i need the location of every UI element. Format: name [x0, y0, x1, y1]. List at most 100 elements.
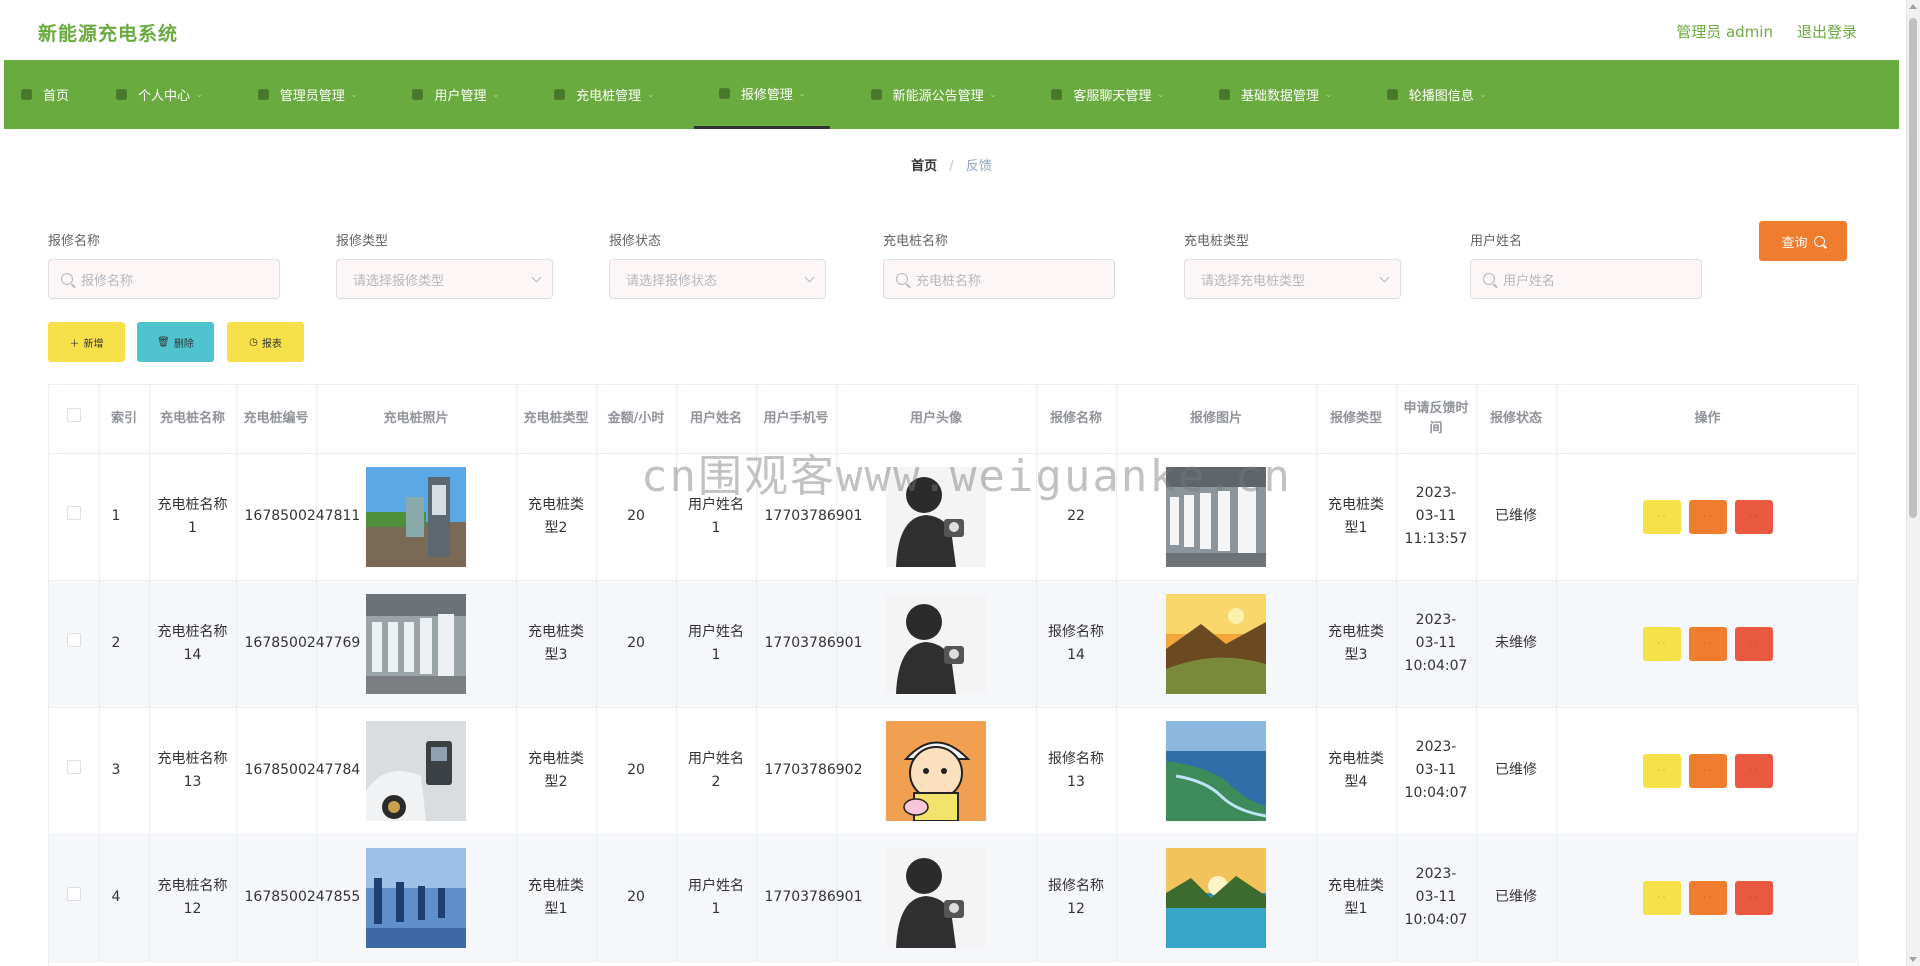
edit-button[interactable]: · · — [1688, 626, 1727, 661]
phone-value: 17703786901 — [764, 889, 863, 905]
column-header: 充电桩名称 — [149, 385, 237, 454]
page: 新能源充电系统 管理员 admin 退出登录 首页 个人中心 ⌄ 管理员管理 ⌄ 用户管理… — [4, 0, 1899, 966]
repair-image-river[interactable] — [1166, 720, 1267, 821]
delete-row-button[interactable]: · · — [1734, 626, 1773, 661]
edit-button[interactable]: · · — [1688, 753, 1727, 788]
select-all-checkbox[interactable] — [66, 408, 81, 423]
user-name-input[interactable]: 用户姓名 — [1470, 259, 1702, 299]
repair-image-mountain[interactable] — [1166, 593, 1266, 694]
table-row[interactable]: 2 充电桩名称14 1678500247769 充电桩类型3 20 用户姓名1 177037… — [49, 580, 1857, 708]
avatar-silhouette[interactable] — [886, 466, 986, 567]
search-icon — [1483, 273, 1495, 285]
charger-photo-row[interactable] — [366, 593, 466, 694]
scroll-up-arrow-icon[interactable] — [1909, 4, 1917, 9]
nav-item-7[interactable]: 客服聊天管理 ⌄ — [1036, 60, 1178, 129]
breadcrumb-separator: / — [949, 159, 954, 174]
avatar-cartoon[interactable] — [886, 720, 986, 822]
edit-button[interactable]: · · — [1688, 880, 1727, 915]
nav-item-8[interactable]: 基础数据管理 ⌄ — [1204, 60, 1346, 129]
admin-label[interactable]: 管理员 admin — [1676, 21, 1773, 42]
row-checkbox[interactable] — [66, 887, 81, 901]
operations-cell: · · · · · · — [1556, 834, 1857, 962]
nav-item-4[interactable]: 充电桩管理 ⌄ — [539, 60, 668, 129]
repair-image-lake[interactable] — [1166, 847, 1266, 948]
plus-icon: ＋ — [69, 338, 80, 350]
top-bar: 新能源充电系统 管理员 admin 退出登录 — [4, 0, 1899, 60]
detail-button[interactable]: · · — [1642, 753, 1681, 788]
repair-name-value: 22 — [1067, 508, 1085, 524]
repair-image-stations[interactable] — [1166, 466, 1266, 567]
detail-button[interactable]: · · — [1642, 880, 1681, 915]
user-name-cell: 用户姓名1 — [676, 834, 757, 962]
repair-type-cell: 充电桩类型1 — [1316, 453, 1397, 581]
nav-item-2[interactable]: 管理员管理 ⌄ — [243, 60, 372, 129]
edit-button[interactable]: · · — [1688, 499, 1727, 534]
avatar-silhouette[interactable] — [886, 593, 986, 694]
column-header-label: 充电桩类型 — [523, 410, 589, 426]
charger-photo-car[interactable] — [366, 720, 466, 821]
table-row[interactable]: 4 充电桩名称12 1678500247855 充电桩类型1 20 用户姓名1 177037… — [49, 834, 1857, 962]
delete-row-button[interactable]: · · — [1734, 880, 1773, 915]
scroll-thumb[interactable] — [1909, 18, 1917, 518]
query-button[interactable]: 查询 — [1759, 221, 1847, 261]
breadcrumb-home[interactable]: 首页 — [911, 159, 937, 174]
delete-button[interactable]: 🗑 删除 — [137, 322, 214, 362]
detail-button[interactable]: · · — [1642, 626, 1681, 661]
repair-name-value: 报修名称13 — [1048, 750, 1104, 790]
charger-icon — [553, 88, 566, 101]
chevron-down-icon: ⌄ — [989, 90, 997, 99]
image-icon — [1386, 88, 1399, 101]
price-cell: 20 — [596, 580, 677, 708]
add-button[interactable]: ＋ 新增 — [48, 322, 125, 362]
logout-link[interactable]: 退出登录 — [1797, 21, 1857, 42]
column-header-label: 报修状态 — [1489, 410, 1542, 426]
nav-item-0[interactable]: 首页 — [4, 60, 83, 129]
chevron-down-icon — [804, 272, 815, 282]
charger-type-value: 充电桩类型2 — [528, 750, 584, 790]
apply-time-value: 2023-03-11 10:04:07 — [1404, 612, 1468, 674]
charger-no-value: 1678500247855 — [244, 889, 361, 905]
page-scrollbar[interactable] — [1906, 0, 1920, 966]
repair-type-select[interactable]: 请选择报修类型 — [336, 259, 553, 299]
nav-item-1[interactable]: 个人中心 ⌄ — [101, 60, 217, 129]
chevron-down-icon: ⌄ — [798, 88, 806, 98]
user-name-value: 用户姓名1 — [688, 623, 744, 663]
avatar-silhouette[interactable] — [886, 847, 986, 948]
repair-type-value: 充电桩类型3 — [1328, 623, 1384, 663]
row-checkbox[interactable] — [66, 633, 81, 647]
nav-item-6[interactable]: 新能源公告管理 ⌄ — [856, 60, 1011, 129]
charger-name-input[interactable]: 充电桩名称 — [883, 259, 1115, 299]
table-row[interactable]: 3 充电桩名称13 1678500247784 充电桩类型2 20 用户姓名2 177037… — [49, 707, 1857, 835]
charger-photo-street[interactable] — [366, 466, 466, 567]
delete-row-button[interactable]: · · — [1734, 499, 1773, 534]
row-checkbox[interactable] — [66, 760, 81, 774]
detail-button[interactable]: · · — [1642, 499, 1681, 534]
select-all-header[interactable] — [49, 385, 100, 454]
table-header-row: 索引 充电桩名称 充电桩编号 充电桩照片 充电桩类型 金额/小时 用户姓名 用户手机号 用户头像… — [49, 385, 1857, 454]
report-button[interactable]: ◷ 报表 — [227, 322, 304, 362]
scroll-down-arrow-icon[interactable] — [1909, 957, 1917, 962]
repair-status-select[interactable]: 请选择报修状态 — [609, 259, 826, 299]
repair-image-cell — [1116, 707, 1317, 835]
charger-photo-blue[interactable] — [366, 847, 466, 948]
nav-item-5[interactable]: 报修管理 ⌄ — [693, 60, 830, 129]
column-header: 金额/小时 — [596, 385, 677, 454]
table-row[interactable]: 1 充电桩名称1 1678500247811 充电桩类型2 20 用户姓名1 1770378… — [49, 453, 1857, 581]
nav-item-9[interactable]: 轮播图信息 ⌄ — [1372, 60, 1501, 129]
repair-name-label: 报修名称 — [48, 234, 101, 249]
delete-row-button[interactable]: · · — [1734, 753, 1773, 788]
nav-item-label: 报修管理 — [740, 87, 793, 103]
charger-no-cell: 1678500247855 — [236, 834, 360, 962]
charger-type-select[interactable]: 请选择充电桩类型 — [1184, 259, 1401, 299]
add-button-label: 新增 — [83, 338, 104, 350]
chevron-down-icon — [531, 272, 542, 282]
charger-name-cell: 充电桩名称1 — [149, 453, 237, 581]
repair-name-input[interactable]: 报修名称 — [48, 259, 280, 299]
repair-name-value: 报修名称14 — [1048, 623, 1104, 663]
search-icon — [1813, 235, 1825, 247]
nav-item-3[interactable]: 用户管理 ⌄ — [397, 60, 513, 129]
apply-time-cell: 2023-03-11 10:04:07 — [1396, 707, 1477, 835]
row-checkbox[interactable] — [66, 506, 81, 520]
charger-type-label: 充电桩类型 — [1184, 234, 1250, 249]
nav-item-label: 新能源公告管理 — [892, 89, 984, 104]
